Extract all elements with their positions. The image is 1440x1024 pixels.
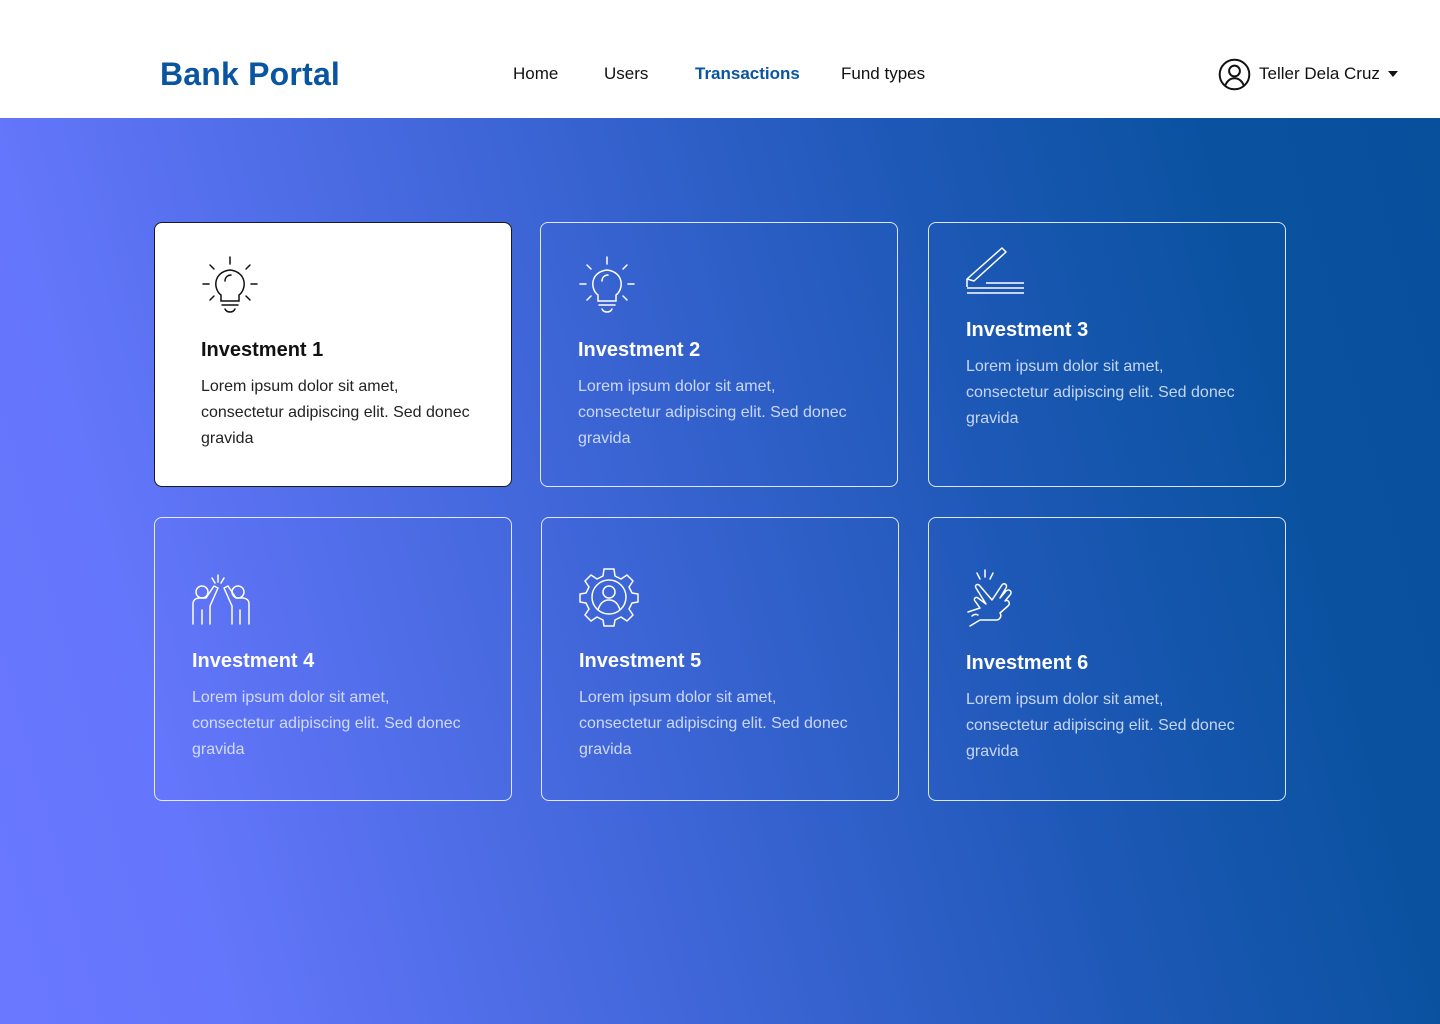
top-header: Bank Portal Home Users Transactions Fund… <box>0 0 1440 118</box>
card-title: Investment 5 <box>579 650 702 672</box>
card-title: Investment 2 <box>578 339 701 361</box>
card-title: Investment 4 <box>192 650 315 672</box>
user-circle-icon <box>1218 58 1251 90</box>
nav-item-home[interactable]: Home <box>513 63 558 85</box>
brand-logo[interactable]: Bank Portal <box>160 54 340 94</box>
card-description: Lorem ipsum dolor sit amet, consectetur … <box>579 689 848 758</box>
user-menu[interactable]: Teller Dela Cruz <box>1218 57 1398 91</box>
investment-card-2[interactable]: Investment 2 Lorem ipsum dolor sit amet,… <box>540 222 898 487</box>
high-five-icon <box>192 574 250 625</box>
lightbulb-icon <box>579 256 635 313</box>
card-title: Investment 1 <box>201 339 324 361</box>
lightbulb-icon <box>202 256 258 313</box>
nav-item-transactions[interactable]: Transactions <box>695 63 800 85</box>
investment-card-3[interactable]: Investment 3 Lorem ipsum dolor sit amet,… <box>928 222 1286 487</box>
card-description: Lorem ipsum dolor sit amet, consectetur … <box>201 378 470 447</box>
investment-card-5[interactable]: Investment 5 Lorem ipsum dolor sit amet,… <box>541 517 899 801</box>
card-title: Investment 3 <box>966 319 1089 341</box>
investment-card-6[interactable]: Investment 6 Lorem ipsum dolor sit amet,… <box>928 517 1286 801</box>
caret-down-icon[interactable] <box>1387 71 1398 77</box>
nav-item-fund-types[interactable]: Fund types <box>841 63 925 85</box>
card-title: Investment 6 <box>966 652 1089 674</box>
nav-item-users[interactable]: Users <box>604 63 648 85</box>
card-description: Lorem ipsum dolor sit amet, consectetur … <box>966 358 1235 427</box>
hand-tap-icon <box>967 569 1012 627</box>
user-name: Teller Dela Cruz <box>1259 64 1380 83</box>
card-description: Lorem ipsum dolor sit amet, consectetur … <box>966 691 1235 760</box>
pen-line-icon <box>966 247 1024 294</box>
gear-user-icon <box>579 568 639 627</box>
card-description: Lorem ipsum dolor sit amet, consectetur … <box>578 378 847 447</box>
investment-card-4[interactable]: Investment 4 Lorem ipsum dolor sit amet,… <box>154 517 512 801</box>
investment-card-1[interactable]: Investment 1 Lorem ipsum dolor sit amet,… <box>154 222 512 487</box>
card-description: Lorem ipsum dolor sit amet, consectetur … <box>192 689 461 758</box>
